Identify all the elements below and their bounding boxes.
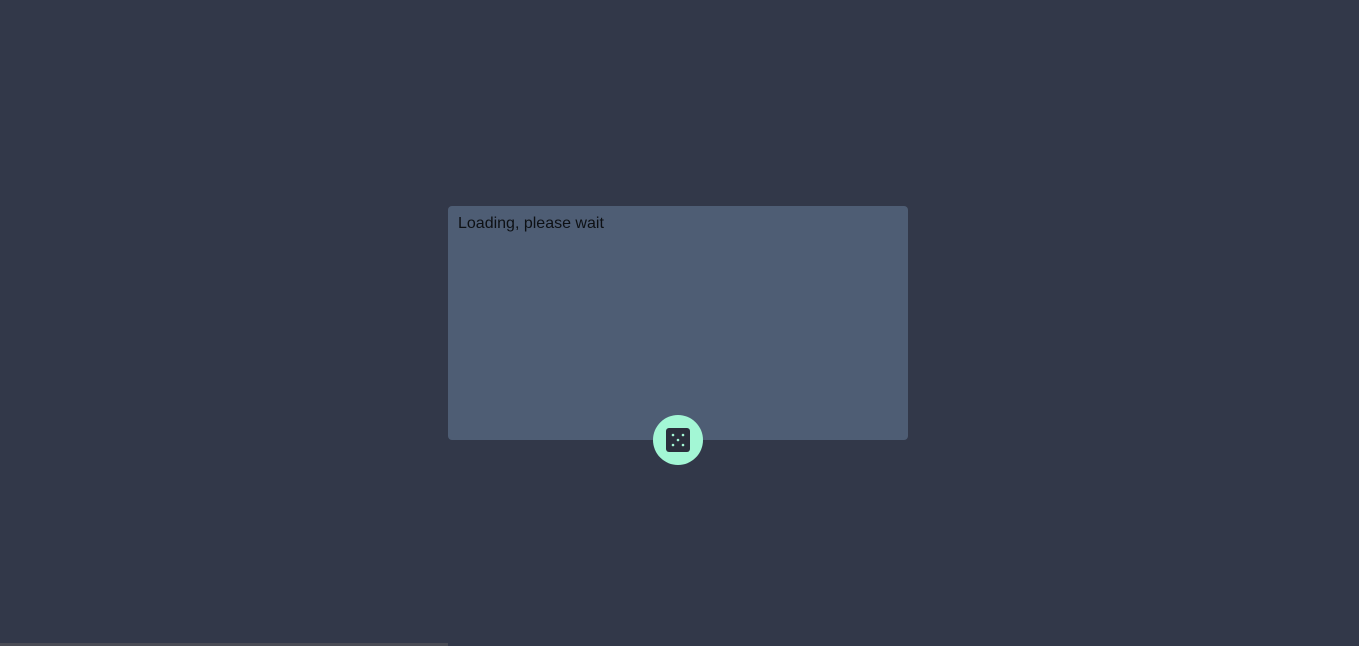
roll-dice-button[interactable] <box>653 415 703 465</box>
loading-message: Loading, please wait <box>458 215 604 232</box>
dice-icon <box>666 428 690 452</box>
page: Loading, please wait <box>0 0 1359 646</box>
loading-card: Loading, please wait <box>448 206 908 440</box>
